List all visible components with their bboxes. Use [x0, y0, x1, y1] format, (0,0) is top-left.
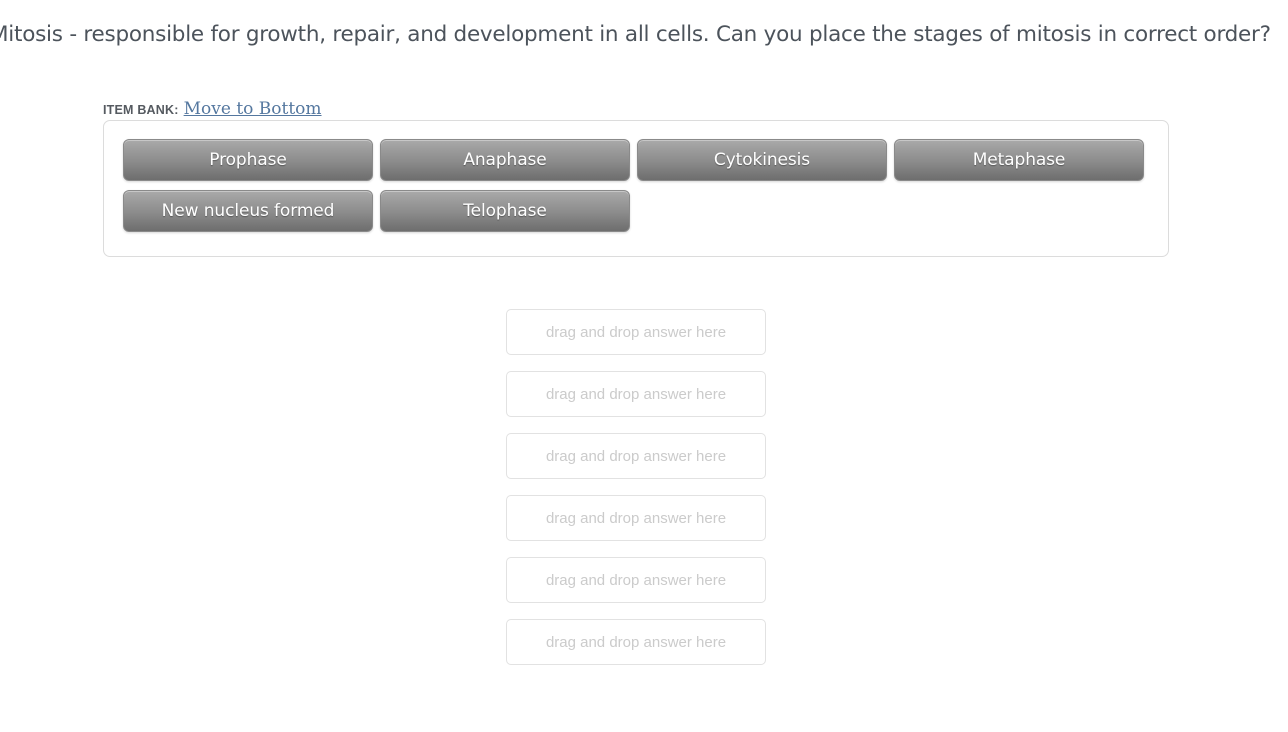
item-chip-anaphase[interactable]: Anaphase — [380, 139, 630, 181]
item-chip-label: New nucleus formed — [161, 201, 335, 221]
item-bank-header: ITEM BANK: Move to Bottom — [103, 99, 322, 119]
item-chip-label: Anaphase — [463, 150, 547, 170]
item-chip-label: Prophase — [209, 150, 287, 170]
item-bank-container: Prophase Anaphase Cytokinesis Metaphase … — [103, 120, 1169, 257]
move-to-bottom-link[interactable]: Move to Bottom — [184, 99, 322, 119]
answer-dropzone-list: drag and drop answer here drag and drop … — [506, 309, 766, 665]
dropzone-placeholder: drag and drop answer here — [545, 323, 727, 341]
item-chip-prophase[interactable]: Prophase — [123, 139, 373, 181]
item-chip-cytokinesis[interactable]: Cytokinesis — [637, 139, 887, 181]
answer-dropzone-1[interactable]: drag and drop answer here — [506, 309, 766, 355]
dropzone-placeholder: drag and drop answer here — [545, 633, 727, 651]
item-chip-label: Telophase — [463, 201, 547, 221]
answer-dropzone-4[interactable]: drag and drop answer here — [506, 495, 766, 541]
dropzone-placeholder: drag and drop answer here — [545, 385, 727, 403]
item-chip-new-nucleus-formed[interactable]: New nucleus formed — [123, 190, 373, 232]
item-bank-label: ITEM BANK: — [103, 103, 179, 117]
dropzone-placeholder: drag and drop answer here — [545, 447, 727, 465]
answer-dropzone-2[interactable]: drag and drop answer here — [506, 371, 766, 417]
item-chip-label: Cytokinesis — [713, 150, 811, 170]
dropzone-placeholder: drag and drop answer here — [545, 509, 727, 527]
item-chip-telophase[interactable]: Telophase — [380, 190, 630, 232]
answer-dropzone-6[interactable]: drag and drop answer here — [506, 619, 766, 665]
item-chip-metaphase[interactable]: Metaphase — [894, 139, 1144, 181]
answer-dropzone-3[interactable]: drag and drop answer here — [506, 433, 766, 479]
question-prompt: Mitosis - responsible for growth, repair… — [0, 22, 1271, 47]
item-chip-label: Metaphase — [972, 150, 1066, 170]
answer-dropzone-5[interactable]: drag and drop answer here — [506, 557, 766, 603]
item-bank-chip-list: Prophase Anaphase Cytokinesis Metaphase … — [123, 139, 1150, 232]
dropzone-placeholder: drag and drop answer here — [545, 571, 727, 589]
